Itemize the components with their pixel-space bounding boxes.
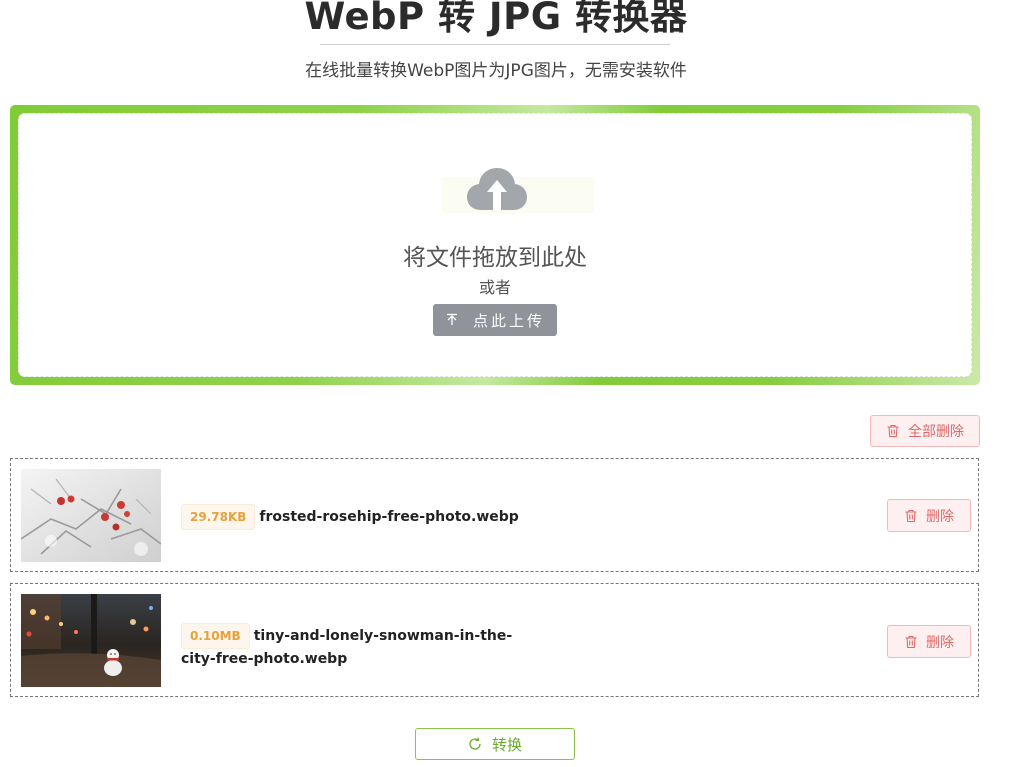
dropzone-inner[interactable]: 将文件拖放到此处 或者 点此上传 — [18, 113, 972, 377]
delete-file-button[interactable]: 删除 — [887, 625, 971, 658]
file-item: 0.10MB tiny-and-lonely-snowman-in-the- ci… — [10, 583, 979, 697]
page-subtitle: 在线批量转换WebP图片为JPG图片，无需安装软件 — [305, 61, 687, 81]
delete-file-button[interactable]: 删除 — [887, 499, 971, 532]
trash-icon — [905, 509, 917, 522]
file-name: tiny-and-lonely-snowman-in-the- — [253, 628, 513, 644]
cloud-upload-icon — [467, 168, 527, 210]
trash-icon — [887, 424, 899, 438]
file-name-continued: city-free-photo.webp — [181, 651, 348, 667]
delete-all-label: 全部删除 — [908, 424, 964, 440]
file-size-badge: 0.10MB — [181, 623, 250, 649]
dropzone[interactable]: 将文件拖放到此处 或者 点此上传 — [10, 105, 980, 385]
convert-button-label: 转换 — [491, 735, 522, 754]
file-size-badge: 29.78KB — [181, 504, 256, 530]
title-divider — [320, 44, 670, 45]
convert-button[interactable]: 转换 — [415, 728, 575, 760]
file-item: 29.78KB frosted-rosehip-free-photo.webp 删… — [10, 458, 979, 572]
trash-icon — [905, 635, 917, 648]
page-title: WebP 转 JPG 转换器 — [304, 0, 688, 38]
delete-all-button[interactable]: 全部删除 — [870, 415, 980, 447]
file-name: frosted-rosehip-free-photo.webp — [259, 509, 519, 525]
file-thumbnail — [21, 469, 161, 562]
drop-instruction: 将文件拖放到此处 — [403, 245, 587, 271]
upload-icon — [446, 313, 457, 325]
refresh-icon — [469, 737, 481, 750]
upload-button-label: 点此上传 — [472, 311, 545, 330]
upload-button[interactable]: 点此上传 — [433, 304, 557, 336]
file-thumbnail — [21, 594, 161, 687]
delete-file-label: 删除 — [926, 634, 954, 651]
file-info: 0.10MB tiny-and-lonely-snowman-in-the- ci… — [181, 623, 512, 669]
delete-file-label: 删除 — [926, 508, 954, 525]
or-label: 或者 — [478, 278, 511, 297]
file-info: 29.78KB frosted-rosehip-free-photo.webp — [181, 504, 519, 530]
